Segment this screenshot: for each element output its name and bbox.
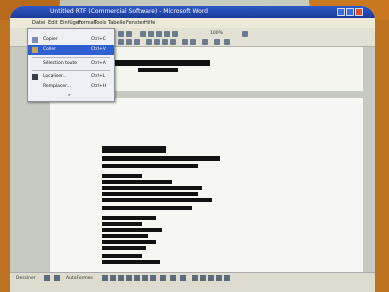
help-icon[interactable] (242, 31, 248, 37)
map-icon[interactable] (164, 31, 170, 37)
redacted-text-line (102, 174, 142, 178)
redacted-text-line (102, 234, 148, 238)
title-bar: Untitled RTF (Commercial Software) - Mic… (10, 6, 375, 18)
copy-icon (32, 37, 38, 43)
window-title: Untitled RTF (Commercial Software) - Mic… (50, 8, 208, 15)
menu-item-label: Sélection toute (43, 61, 78, 66)
word-window: Untitled RTF (Commercial Software) - Mic… (10, 6, 375, 292)
redacted-text-line (102, 240, 156, 244)
align-center-icon[interactable] (154, 39, 160, 45)
clipart-icon[interactable] (150, 275, 156, 281)
menu-edit[interactable]: Edit (48, 18, 58, 28)
arrow-style-icon[interactable] (208, 275, 214, 281)
redacted-text-line (102, 206, 192, 210)
font-color-icon[interactable] (224, 39, 230, 45)
redacted-text-line (138, 68, 178, 72)
font-color-icon[interactable] (180, 275, 186, 281)
monitor-frame-right (375, 20, 389, 292)
redacted-text-line (102, 228, 162, 232)
menu-item-label: Coller (43, 47, 57, 52)
redacted-text-line (102, 192, 198, 196)
menu-item-shortcut: Ctrl+C (91, 37, 106, 42)
3d-icon[interactable] (224, 275, 230, 281)
page-2[interactable] (50, 98, 363, 278)
bullets-icon[interactable] (190, 39, 196, 45)
redacted-text-line (102, 246, 146, 250)
textbox-icon[interactable] (134, 275, 140, 281)
menu-bar: Datei Edit Einfügen Format Tools Tabelle… (10, 18, 375, 28)
redacted-text-line (102, 186, 202, 190)
oval-icon[interactable] (126, 275, 132, 281)
italic-icon[interactable] (126, 39, 132, 45)
fill-color-icon[interactable] (160, 275, 166, 281)
menu-fenster[interactable]: Fenster (126, 18, 145, 28)
menu-item-copy[interactable]: Copier Ctrl+C (28, 35, 114, 45)
menu-item-paste[interactable]: Coller Ctrl+V (28, 45, 114, 55)
paste-icon (32, 47, 38, 53)
menu-item-label: Copier (43, 37, 58, 42)
edit-dropdown-menu: Copier Ctrl+C Coller Ctrl+V Sélection to… (27, 28, 115, 102)
menu-item-find[interactable]: Localiser... Ctrl+L (28, 72, 114, 82)
align-left-icon[interactable] (146, 39, 152, 45)
menu-datei[interactable]: Datei (32, 18, 45, 28)
paragraph-icon[interactable] (172, 31, 178, 37)
menu-separator (32, 57, 110, 58)
monitor-frame-left (0, 20, 10, 292)
redacted-text-line (102, 216, 156, 220)
menu-item-label: Localiser... (43, 74, 67, 79)
menu-item-shortcut: Ctrl+A (91, 61, 106, 66)
highlight-icon[interactable] (214, 39, 220, 45)
menu-tools[interactable]: Tools (94, 18, 106, 28)
redacted-text-line (102, 198, 212, 202)
drawing-toolbar: Dessiner AutoFormes (10, 272, 375, 292)
table-icon[interactable] (140, 31, 146, 37)
draw-menu[interactable]: Dessiner (16, 274, 36, 283)
menu-separator (32, 70, 110, 71)
rotate-icon[interactable] (54, 275, 60, 281)
redacted-text-line (102, 156, 220, 161)
menu-item-shortcut: Ctrl+L (91, 74, 106, 79)
menu-format[interactable]: Format (78, 18, 96, 28)
menu-tabelle[interactable]: Tabelle (108, 18, 125, 28)
line-style-icon[interactable] (192, 275, 198, 281)
dash-style-icon[interactable] (200, 275, 206, 281)
select-objects-icon[interactable] (44, 275, 50, 281)
redacted-text-line (102, 254, 142, 258)
border-icon[interactable] (202, 39, 208, 45)
redacted-text-line (102, 180, 172, 184)
minimize-icon[interactable] (337, 8, 345, 16)
zoom-box[interactable]: 100% (210, 31, 223, 36)
chevron-down-icon: » (68, 93, 71, 98)
menu-item-select-all[interactable]: Sélection toute Ctrl+A (28, 59, 114, 69)
shadow-icon[interactable] (216, 275, 222, 281)
menu-hilfe[interactable]: Hilfe (144, 18, 155, 28)
drawing-icon[interactable] (156, 31, 162, 37)
redo-icon[interactable] (126, 31, 132, 37)
numbering-icon[interactable] (182, 39, 188, 45)
underline-icon[interactable] (134, 39, 140, 45)
redacted-text-line (102, 164, 198, 168)
menu-item-shortcut: Ctrl+V (91, 47, 106, 52)
window-controls (337, 8, 363, 16)
maximize-icon[interactable] (346, 8, 354, 16)
columns-icon[interactable] (148, 31, 154, 37)
line-icon[interactable] (102, 275, 108, 281)
menu-expand[interactable]: » (28, 91, 114, 101)
rectangle-icon[interactable] (118, 275, 124, 281)
undo-icon[interactable] (118, 31, 124, 37)
line-color-icon[interactable] (170, 275, 176, 281)
justify-icon[interactable] (170, 39, 176, 45)
align-right-icon[interactable] (162, 39, 168, 45)
redacted-text-line (102, 222, 142, 226)
redacted-text-line (102, 260, 160, 264)
arrow-icon[interactable] (110, 275, 116, 281)
redacted-text-line (102, 146, 166, 153)
bold-icon[interactable] (118, 39, 124, 45)
close-icon[interactable] (355, 8, 363, 16)
wordart-icon[interactable] (142, 275, 148, 281)
autoshapes-menu[interactable]: AutoFormes (66, 274, 93, 283)
binoculars-icon (32, 74, 38, 80)
redacted-text-line (110, 60, 210, 66)
